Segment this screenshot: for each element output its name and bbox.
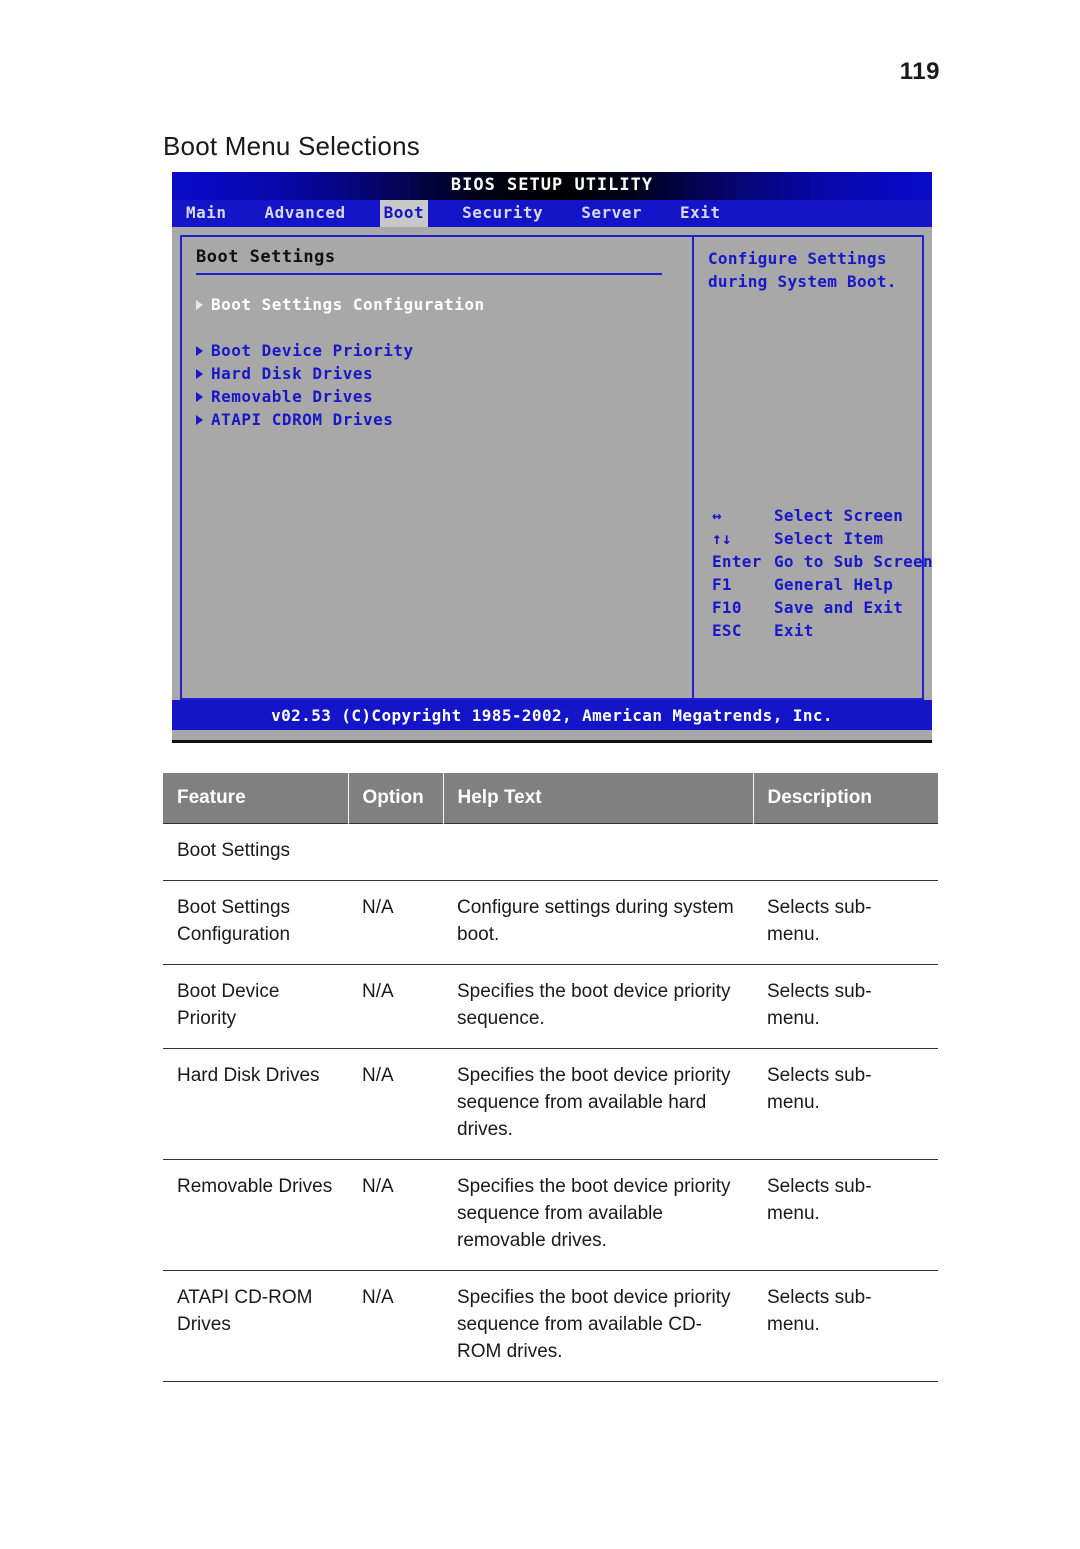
table-row: ATAPI CD-ROM Drives N/A Specifies the bo… bbox=[163, 1270, 938, 1382]
cell-feature: Boot Settings bbox=[163, 823, 348, 881]
bios-tab-advanced[interactable]: Advanced bbox=[265, 200, 346, 227]
cell-option: N/A bbox=[348, 1048, 443, 1160]
page-number: 119 bbox=[899, 58, 940, 85]
bios-key-row-select-item: ↑↓ Select Item bbox=[712, 527, 933, 550]
bios-menu-item-hard-disk-drives[interactable]: Hard Disk Drives bbox=[196, 362, 692, 385]
cell-help: Specifies the boot device priority seque… bbox=[443, 1270, 753, 1382]
cell-description: Selects sub-menu. bbox=[753, 880, 938, 965]
bios-key-label: ESC bbox=[712, 621, 742, 640]
bios-key-desc: General Help bbox=[774, 575, 894, 594]
bios-key-desc: Select Item bbox=[774, 529, 884, 548]
bios-key-row-select-screen: ↔ Select Screen bbox=[712, 504, 933, 527]
table-body: Boot Settings Boot Settings Configuratio… bbox=[163, 823, 938, 1382]
table-header-row: Feature Option Help Text Description bbox=[163, 773, 938, 824]
bios-menu-item-atapi-cdrom-drives[interactable]: ATAPI CDROM Drives bbox=[196, 408, 692, 431]
table-header-description: Description bbox=[753, 773, 938, 824]
bios-body: Boot Settings Boot Settings Configuratio… bbox=[172, 227, 933, 700]
bios-menu-item-label: ATAPI CDROM Drives bbox=[211, 410, 394, 429]
bios-key-desc: Save and Exit bbox=[774, 598, 904, 617]
bios-key-row-f1: F1 General Help bbox=[712, 573, 933, 596]
cell-description: Selects sub-menu. bbox=[753, 1270, 938, 1382]
bios-tab-server[interactable]: Server bbox=[581, 200, 642, 227]
bios-menu-item-removable-drives[interactable]: Removable Drives bbox=[196, 385, 692, 408]
cell-option: N/A bbox=[348, 880, 443, 965]
bios-section-rule bbox=[196, 273, 662, 275]
bios-help-line-2: during System Boot. bbox=[708, 272, 897, 291]
bios-tab-main[interactable]: Main bbox=[186, 200, 227, 227]
cell-description: Selects sub-menu. bbox=[753, 1048, 938, 1160]
table-row: Hard Disk Drives N/A Specifies the boot … bbox=[163, 1048, 938, 1160]
boot-menu-feature-table: Feature Option Help Text Description Boo… bbox=[163, 773, 938, 1382]
table-row: Boot Settings bbox=[163, 823, 938, 881]
bios-key-legend: ↔ Select Screen ↑↓ Select Item Enter Go … bbox=[712, 504, 933, 642]
table-header-option: Option bbox=[348, 773, 444, 824]
bios-tab-exit[interactable]: Exit bbox=[680, 200, 721, 227]
triangle-right-icon bbox=[196, 414, 203, 425]
bios-menu-item-label: Boot Settings Configuration bbox=[211, 295, 485, 314]
cell-help: Specifies the boot device priority seque… bbox=[443, 1159, 753, 1271]
triangle-right-icon bbox=[196, 391, 203, 402]
bios-menu-item-boot-settings-configuration[interactable]: Boot Settings Configuration bbox=[196, 293, 692, 316]
bios-key-row-esc: ESC Exit bbox=[712, 619, 933, 642]
cell-feature: Hard Disk Drives bbox=[163, 1048, 348, 1160]
table-header: Feature Option Help Text Description bbox=[163, 773, 938, 824]
bios-key-desc: Select Screen bbox=[774, 506, 904, 525]
bios-key-row-f10: F10 Save and Exit bbox=[712, 596, 933, 619]
bios-menu-item-boot-device-priority[interactable]: Boot Device Priority bbox=[196, 339, 692, 362]
table-header-help-text: Help Text bbox=[443, 773, 754, 824]
cell-feature: ATAPI CD-ROM Drives bbox=[163, 1270, 348, 1382]
cell-option: N/A bbox=[348, 964, 443, 1049]
bios-help-panel: Configure Settings during System Boot. ↔… bbox=[694, 235, 933, 700]
cell-description: Selects sub-menu. bbox=[753, 964, 938, 1049]
triangle-right-icon bbox=[196, 299, 203, 310]
bios-key-label: Enter bbox=[712, 552, 762, 571]
bios-menu-item-label: Hard Disk Drives bbox=[211, 364, 374, 383]
bios-footer-copyright: v02.53 (C)Copyright 1985-2002, American … bbox=[172, 700, 932, 730]
bios-settings-panel: Boot Settings Boot Settings Configuratio… bbox=[180, 235, 692, 700]
arrow-up-down-icon: ↑↓ bbox=[712, 529, 732, 548]
bios-help-line-1: Configure Settings bbox=[708, 249, 887, 268]
cell-description: Selects sub-menu. bbox=[753, 1159, 938, 1271]
table-row: Removable Drives N/A Specifies the boot … bbox=[163, 1159, 938, 1271]
cell-option bbox=[348, 823, 443, 881]
bios-menu-spacer bbox=[196, 316, 692, 339]
table-row: Boot Settings Configuration N/A Configur… bbox=[163, 880, 938, 965]
bios-title: BIOS SETUP UTILITY bbox=[450, 175, 654, 195]
cell-feature: Removable Drives bbox=[163, 1159, 348, 1271]
cell-help: Specifies the boot device priority seque… bbox=[443, 964, 753, 1049]
triangle-right-icon bbox=[196, 345, 203, 356]
bios-tab-boot[interactable]: Boot bbox=[379, 200, 429, 227]
bios-section-heading: Boot Settings bbox=[196, 247, 336, 267]
table-row: Boot Device Priority N/A Specifies the b… bbox=[163, 964, 938, 1049]
bios-key-label: F10 bbox=[712, 598, 742, 617]
cell-help: Configure settings during system boot. bbox=[443, 880, 753, 965]
cell-feature: Boot Device Priority bbox=[163, 964, 348, 1049]
bios-key-row-enter: Enter Go to Sub Screen bbox=[712, 550, 933, 573]
cell-help: Specifies the boot device priority seque… bbox=[443, 1048, 753, 1160]
arrow-left-right-icon: ↔ bbox=[712, 506, 722, 525]
bios-titlebar: BIOS SETUP UTILITY bbox=[172, 172, 932, 200]
bios-key-desc: Go to Sub Screen bbox=[774, 552, 933, 571]
bios-menu-item-label: Removable Drives bbox=[211, 387, 374, 406]
bios-setup-screenshot: BIOS SETUP UTILITY Main Advanced Boot Se… bbox=[172, 172, 933, 743]
cell-option: N/A bbox=[348, 1270, 443, 1382]
cell-help bbox=[443, 823, 753, 881]
bios-menu-item-label: Boot Device Priority bbox=[211, 341, 414, 360]
cell-feature: Boot Settings Configuration bbox=[163, 880, 348, 965]
bios-key-desc: Exit bbox=[774, 621, 814, 640]
bios-tab-security[interactable]: Security bbox=[462, 200, 543, 227]
cell-description bbox=[753, 823, 938, 881]
page-title: Boot Menu Selections bbox=[163, 131, 420, 161]
triangle-right-icon bbox=[196, 368, 203, 379]
bios-key-label: F1 bbox=[712, 575, 732, 594]
table-header-feature: Feature bbox=[163, 773, 349, 824]
cell-option: N/A bbox=[348, 1159, 443, 1271]
bios-menubar[interactable]: Main Advanced Boot Security Server Exit bbox=[172, 200, 932, 227]
